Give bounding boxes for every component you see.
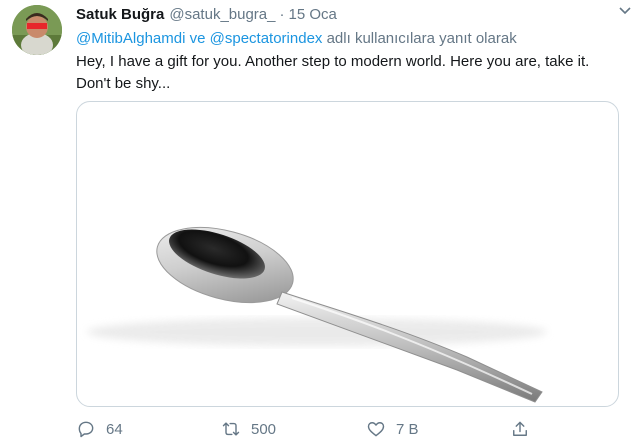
comment-icon	[78, 421, 94, 438]
tweet-text: Hey, I have a gift for you. Another step…	[76, 51, 626, 95]
chevron-down-icon[interactable]	[618, 6, 632, 16]
reply-context-label: adlı kullanıcılara yanıt olarak	[326, 30, 517, 47]
share-button[interactable]	[510, 418, 540, 440]
reply-conjunction: ve	[189, 30, 206, 47]
reply-context: @MitibAlghamdi ve @spectatorindex adlı k…	[76, 30, 517, 47]
tweet-text-line: Don't be shy...	[76, 75, 171, 92]
reply-count: 64	[106, 420, 123, 438]
tweet-date[interactable]: 15 Oca	[289, 6, 337, 23]
reply-button[interactable]: 64	[76, 418, 123, 440]
avatar[interactable]	[12, 5, 62, 55]
tweet-text-line: Hey, I have a gift for you. Another step…	[76, 53, 590, 70]
like-button[interactable]: 7 B	[366, 418, 419, 440]
tweet-media[interactable]	[76, 101, 619, 407]
tweet-header: Satuk Buğra @satuk_bugra_ · 15 Oca	[76, 6, 621, 28]
retweet-button[interactable]: 500	[221, 418, 276, 440]
heart-icon	[367, 422, 385, 437]
mention-link[interactable]: @MitibAlghamdi	[76, 30, 185, 47]
share-icon	[513, 421, 527, 436]
mention-link[interactable]: @spectatorindex	[210, 30, 323, 47]
spoon-image	[87, 226, 547, 403]
user-handle[interactable]: @satuk_bugra_	[169, 6, 275, 23]
retweet-count: 500	[251, 420, 277, 438]
retweet-icon	[222, 422, 240, 436]
tweet-actions: 64 500 7 B	[76, 418, 621, 442]
separator-dot: ·	[279, 6, 285, 23]
display-name[interactable]: Satuk Buğra	[76, 6, 164, 23]
avatar-image	[12, 5, 62, 55]
like-count: 7 B	[396, 420, 419, 438]
tweet-card[interactable]: Satuk Buğra @satuk_bugra_ · 15 Oca @MitibAl…	[0, 0, 635, 442]
